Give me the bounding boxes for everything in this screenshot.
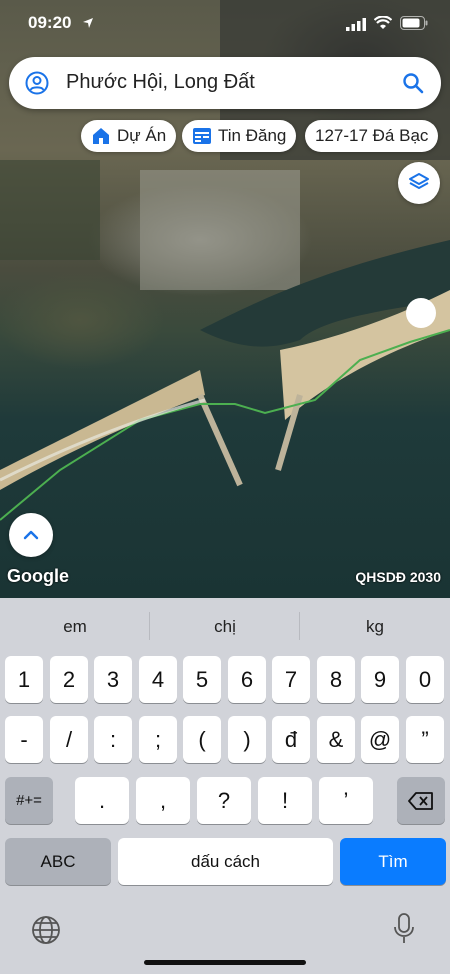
user-icon[interactable] [25, 71, 49, 100]
key-period[interactable]: . [75, 777, 129, 824]
chip-tin-dang[interactable]: Tin Đăng [182, 120, 297, 152]
chevron-up-icon [23, 530, 39, 540]
key-question[interactable]: ? [197, 777, 251, 824]
key-at[interactable]: @ [361, 716, 399, 763]
key-8[interactable]: 8 [317, 656, 355, 703]
home-icon [93, 128, 109, 144]
backspace-key[interactable] [397, 777, 445, 824]
key-0[interactable]: 0 [406, 656, 444, 703]
backspace-icon [408, 791, 433, 810]
key-1[interactable]: 1 [5, 656, 43, 703]
key-2[interactable]: 2 [50, 656, 88, 703]
home-indicator[interactable] [144, 960, 306, 965]
battery-icon [400, 15, 428, 35]
abc-key[interactable]: ABC [5, 838, 111, 885]
globe-icon[interactable] [30, 914, 62, 951]
key-hyphen[interactable]: - [5, 716, 43, 763]
chip-label: Dự Án [117, 126, 167, 145]
key-quote[interactable]: ” [406, 716, 444, 763]
expand-up-button[interactable] [9, 513, 53, 557]
layers-icon [409, 173, 429, 189]
key-close-paren[interactable]: ) [228, 716, 266, 763]
map-view[interactable]: 09:20 Phước Hội, Long Đất Dự Án Tin Đăng… [0, 0, 450, 600]
key-6[interactable]: 6 [228, 656, 266, 703]
symbols-toggle-key[interactable]: #+= [5, 777, 53, 824]
key-3[interactable]: 3 [94, 656, 132, 703]
search-return-key[interactable]: Tìm [340, 838, 446, 885]
status-bar: 09:20 [0, 0, 450, 46]
layers-button[interactable] [398, 162, 440, 204]
map-marker-dot[interactable] [406, 298, 436, 328]
key-comma[interactable]: , [136, 777, 190, 824]
key-semicolon[interactable]: ; [139, 716, 177, 763]
microphone-icon[interactable] [392, 912, 416, 951]
cellular-signal-icon [346, 16, 366, 36]
chip-address[interactable]: 127-17 Đá Bạc [305, 120, 439, 152]
key-exclamation[interactable]: ! [258, 777, 312, 824]
overlay-label: QHSDĐ 2030 [355, 569, 441, 585]
key-dong[interactable]: đ [272, 716, 310, 763]
suggestion-3[interactable]: kg [300, 617, 450, 637]
key-5[interactable]: 5 [183, 656, 221, 703]
search-icon[interactable] [401, 71, 425, 100]
key-7[interactable]: 7 [272, 656, 310, 703]
key-4[interactable]: 4 [139, 656, 177, 703]
key-9[interactable]: 9 [361, 656, 399, 703]
search-bar[interactable]: Phước Hội, Long Đất [9, 57, 441, 109]
key-open-paren[interactable]: ( [183, 716, 221, 763]
suggestion-2[interactable]: chị [150, 617, 300, 637]
wifi-icon [373, 15, 393, 35]
status-time: 09:20 [28, 13, 72, 32]
space-key[interactable]: dấu cách [118, 838, 333, 885]
key-colon[interactable]: : [94, 716, 132, 763]
suggestion-1[interactable]: em [0, 617, 150, 637]
search-input[interactable]: Phước Hội, Long Đất [66, 71, 255, 94]
chip-label: 127-17 Đá Bạc [315, 126, 429, 145]
key-slash[interactable]: / [50, 716, 88, 763]
location-arrow-icon [82, 14, 94, 34]
suggestion-bar: em chị kg [0, 598, 450, 654]
keyboard: em chị kg 1 2 3 4 5 6 7 8 9 0 - / : ; ( … [0, 598, 450, 974]
key-apostrophe[interactable]: ’ [319, 777, 373, 824]
google-attribution: Google [7, 566, 69, 586]
key-ampersand[interactable]: & [317, 716, 355, 763]
chip-label: Tin Đăng [218, 126, 287, 145]
chip-du-an[interactable]: Dự Án [81, 120, 177, 152]
listing-icon [193, 128, 211, 144]
